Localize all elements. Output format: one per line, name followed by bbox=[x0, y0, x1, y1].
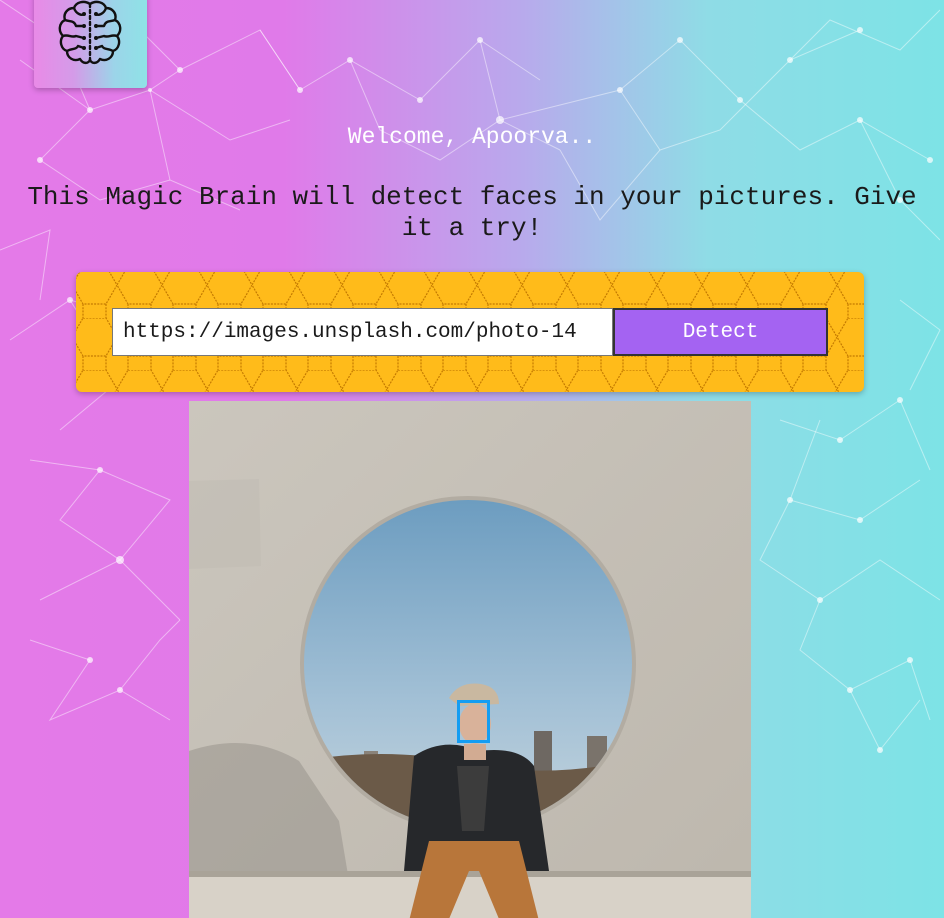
detect-button[interactable]: Detect bbox=[613, 308, 828, 356]
brain-icon bbox=[58, 0, 122, 65]
result-image bbox=[189, 401, 751, 918]
welcome-message: Welcome, Apoorva.. bbox=[347, 124, 597, 150]
face-bounding-box bbox=[457, 700, 490, 743]
tagline: This Magic Brain will detect faces in yo… bbox=[27, 182, 917, 243]
photo-person-in-circle-window bbox=[189, 401, 751, 918]
logo-card bbox=[34, 0, 147, 88]
image-url-input[interactable] bbox=[112, 308, 613, 356]
